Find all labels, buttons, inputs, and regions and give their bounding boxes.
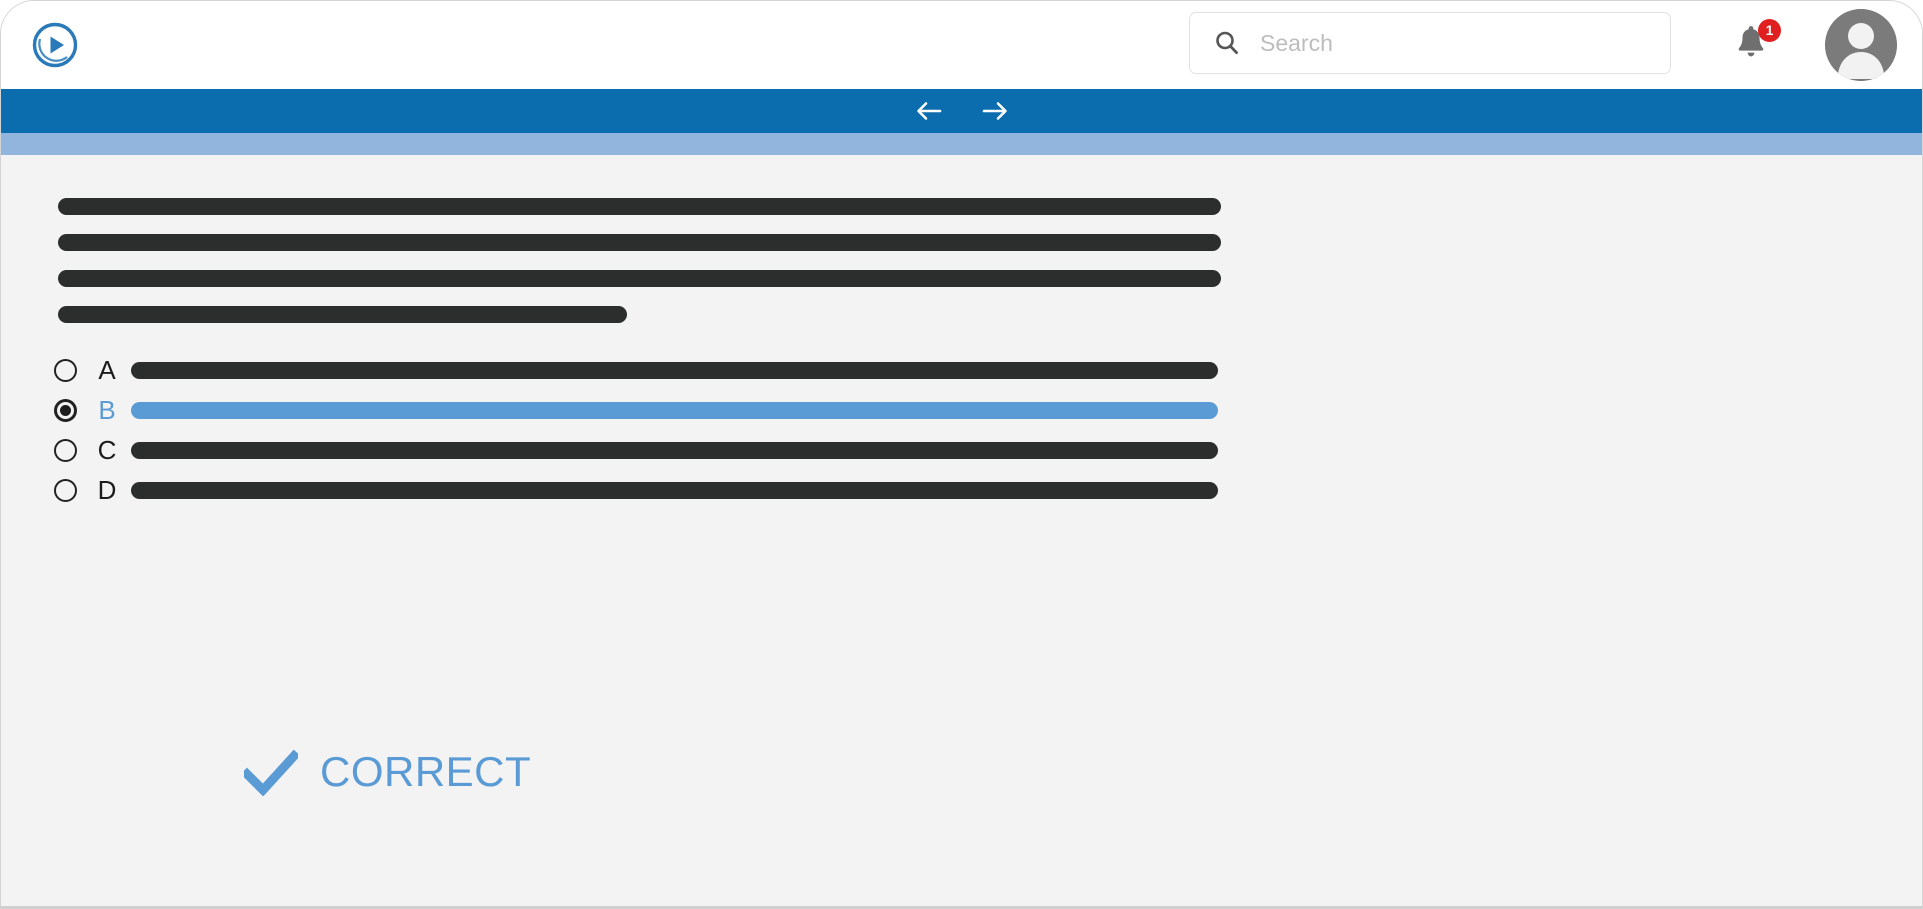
answer-text: [131, 481, 1218, 499]
play-circle-icon: [32, 22, 78, 68]
radio-selected-dot: [60, 404, 71, 416]
question-line: [58, 306, 627, 323]
question-nav-bar: [1, 89, 1922, 133]
answer-letter: C: [97, 434, 117, 465]
answer-option-a[interactable]: A: [54, 350, 1218, 390]
arrow-left-icon: [916, 102, 941, 120]
app-header: 1: [1, 1, 1922, 89]
answer-text: [131, 441, 1218, 459]
answer-option-c[interactable]: C: [54, 430, 1218, 470]
answer-letter: A: [98, 354, 116, 385]
radio-button-c[interactable]: [54, 438, 77, 462]
browser-window: 1 ABCD: [0, 0, 1923, 909]
answer-letter: D: [97, 474, 117, 505]
answer-options-list: ABCD: [54, 350, 1218, 510]
radio-button-d[interactable]: [54, 478, 77, 502]
notifications-button[interactable]: 1: [1731, 19, 1781, 67]
previous-question-button[interactable]: [910, 94, 948, 128]
avatar-icon: [1825, 9, 1897, 81]
progress-strip: [1, 133, 1922, 155]
checkmark-icon: [244, 749, 298, 796]
result-indicator: CORRECT: [244, 748, 531, 796]
next-question-button[interactable]: [976, 94, 1014, 128]
search-icon: [1212, 28, 1242, 58]
result-label: CORRECT: [320, 748, 532, 795]
notification-badge: 1: [1758, 19, 1781, 42]
question-line: [58, 270, 1221, 287]
search-input[interactable]: [1260, 13, 1670, 73]
question-line: [58, 198, 1221, 215]
content-area: ABCD CORRECT: [1, 155, 1922, 906]
question-text: [58, 198, 1221, 342]
arrow-right-icon: [982, 102, 1007, 120]
answer-text: [131, 361, 1218, 379]
answer-letter: B: [98, 394, 116, 425]
search-bar[interactable]: [1189, 12, 1671, 74]
answer-text: [131, 401, 1218, 419]
question-line: [58, 234, 1221, 251]
answer-option-b[interactable]: B: [54, 390, 1218, 430]
avatar[interactable]: [1825, 9, 1897, 81]
play-circle-logo[interactable]: [31, 21, 79, 69]
radio-button-a[interactable]: [54, 358, 77, 382]
radio-button-b[interactable]: [54, 398, 77, 422]
answer-option-d[interactable]: D: [54, 470, 1218, 510]
